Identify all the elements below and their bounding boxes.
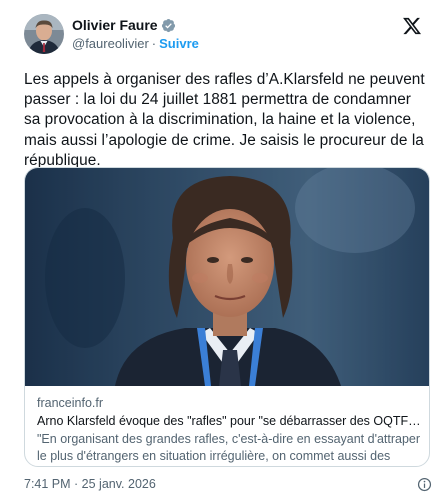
avatar[interactable]: [24, 14, 64, 54]
separator-dot: ·: [151, 36, 157, 51]
link-card[interactable]: franceinfo.fr Arno Klarsfeld évoque des …: [24, 167, 430, 467]
info-icon[interactable]: [417, 477, 432, 492]
link-card-title: Arno Klarsfeld évoque des "rafles" pour …: [37, 414, 422, 428]
author-name[interactable]: Olivier Faure: [72, 16, 158, 34]
tweet-footer: 7:41 PM · 25 janv. 2026: [24, 474, 434, 494]
link-card-domain: franceinfo.fr: [37, 396, 104, 410]
link-card-description: "En organisant des grandes rafles, c'est…: [37, 432, 421, 463]
tweet-timestamp[interactable]: 7:41 PM · 25 janv. 2026: [24, 477, 156, 491]
verified-badge-icon: [161, 18, 176, 33]
follow-button[interactable]: Suivre: [159, 35, 199, 53]
author-handle[interactable]: @faureolivier: [72, 35, 149, 53]
x-logo-icon[interactable]: [402, 16, 422, 36]
tweet-header: Olivier Faure @faureolivier · Suivre: [24, 14, 424, 58]
tweet-text: Les appels à organiser des rafles d’A.Kl…: [24, 71, 425, 169]
link-card-meta[interactable]: franceinfo.fr Arno Klarsfeld évoque des …: [37, 395, 422, 466]
link-card-image[interactable]: [25, 168, 429, 386]
author-block: Olivier Faure @faureolivier · Suivre: [72, 16, 199, 53]
